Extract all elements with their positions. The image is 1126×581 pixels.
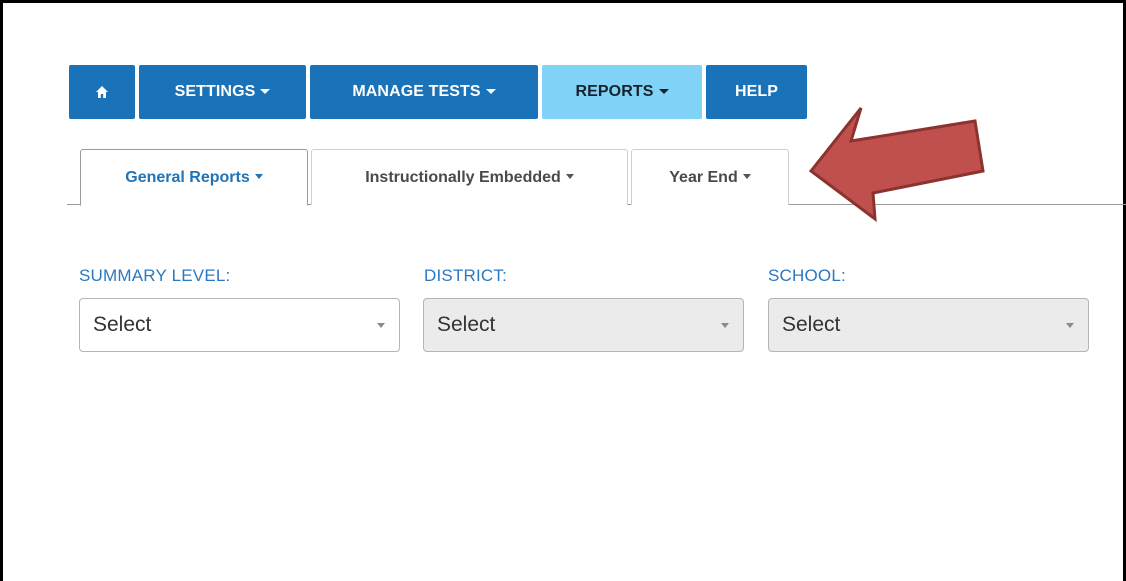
school-select: Select	[768, 298, 1089, 352]
tab-instructionally-embedded[interactable]: Instructionally Embedded	[311, 149, 628, 205]
caret-down-icon	[565, 174, 574, 179]
manage-tests-menu-button[interactable]: MANAGE TESTS	[310, 65, 538, 119]
select-value: Select	[93, 313, 152, 336]
summary-level-select[interactable]: Select	[79, 298, 400, 352]
caret-down-icon	[658, 88, 669, 94]
tab-label: Year End	[669, 168, 738, 186]
chevron-down-icon	[1066, 323, 1074, 328]
home-icon	[95, 85, 109, 99]
home-button[interactable]	[69, 65, 135, 119]
caret-down-icon	[485, 88, 496, 94]
tab-general-reports[interactable]: General Reports	[80, 149, 308, 206]
manage-tests-label: MANAGE TESTS	[352, 83, 481, 100]
tab-label: Instructionally Embedded	[365, 168, 561, 186]
summary-level-label: SUMMARY LEVEL:	[79, 266, 231, 285]
annotation-arrow-icon	[808, 107, 985, 223]
tab-label: General Reports	[125, 168, 250, 186]
caret-down-icon	[254, 174, 263, 179]
reports-menu-button[interactable]: REPORTS	[542, 65, 702, 119]
chevron-down-icon	[377, 323, 385, 328]
settings-menu-button[interactable]: SETTINGS	[139, 65, 306, 119]
caret-down-icon	[742, 174, 751, 179]
help-button[interactable]: HELP	[706, 65, 807, 119]
top-navigation: SETTINGS MANAGE TESTS REPORTS HELP	[69, 65, 807, 119]
caret-down-icon	[260, 88, 271, 94]
district-label: DISTRICT:	[424, 266, 508, 285]
chevron-down-icon	[721, 323, 729, 328]
settings-label: SETTINGS	[174, 83, 256, 100]
school-label: SCHOOL:	[768, 266, 846, 285]
page-frame: SETTINGS MANAGE TESTS REPORTS HELP Gener…	[0, 0, 1126, 581]
select-value: Select	[437, 313, 496, 336]
district-select: Select	[423, 298, 744, 352]
tab-year-end[interactable]: Year End	[631, 149, 789, 205]
help-label: HELP	[734, 83, 779, 100]
reports-label: REPORTS	[575, 83, 654, 100]
select-value: Select	[782, 313, 841, 336]
